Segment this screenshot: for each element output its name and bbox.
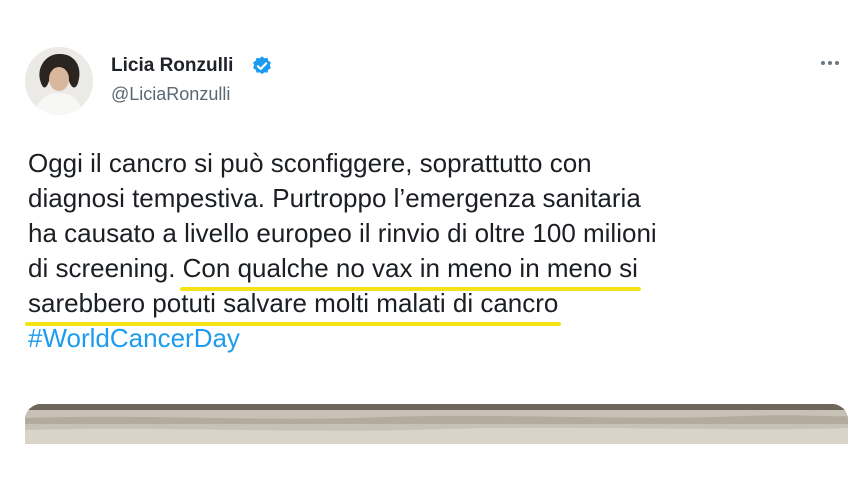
tweet-text-line: sarebbero potuti salvare molti malati di… (24, 286, 657, 326)
verified-badge-icon (253, 56, 271, 75)
tweet-text-line: Oggi il cancro si può sconfiggere, sopra… (28, 148, 592, 178)
hashtag-link[interactable]: #WorldCancerDay (28, 323, 240, 353)
more-horizontal-icon (835, 61, 839, 65)
tweet-text-line: di screening. Con qualche no vax in meno… (28, 251, 657, 291)
author-handle[interactable]: @LiciaRonzulli (111, 84, 230, 105)
avatar[interactable] (25, 47, 93, 115)
more-horizontal-icon (828, 61, 832, 65)
tweet-text-line: ha causato a livello europeo il rinvio d… (28, 218, 657, 248)
author-name[interactable]: Licia Ronzulli (111, 55, 233, 77)
tweet-card: Licia Ronzulli @LiciaRonzulli Oggi il ca… (0, 0, 865, 487)
tweet-text-line: #WorldCancerDay (28, 321, 657, 356)
more-horizontal-icon (821, 61, 825, 65)
media-thumbnail-icon (25, 404, 848, 444)
tweet-text: Oggi il cancro si può sconfiggere, sopra… (24, 146, 657, 356)
attached-media-image[interactable] (25, 404, 848, 444)
tweet-text-line: diagnosi tempestiva. Purtroppo l’emergen… (28, 183, 641, 213)
highlighted-text: sarebbero potuti salvare molti malati di… (24, 286, 562, 326)
more-options-button[interactable] (815, 52, 845, 74)
profile-photo-icon (25, 47, 93, 115)
tweet-text-segment: di screening. (28, 253, 176, 283)
highlighted-text: Con qualche no vax in meno in meno si (179, 251, 642, 291)
